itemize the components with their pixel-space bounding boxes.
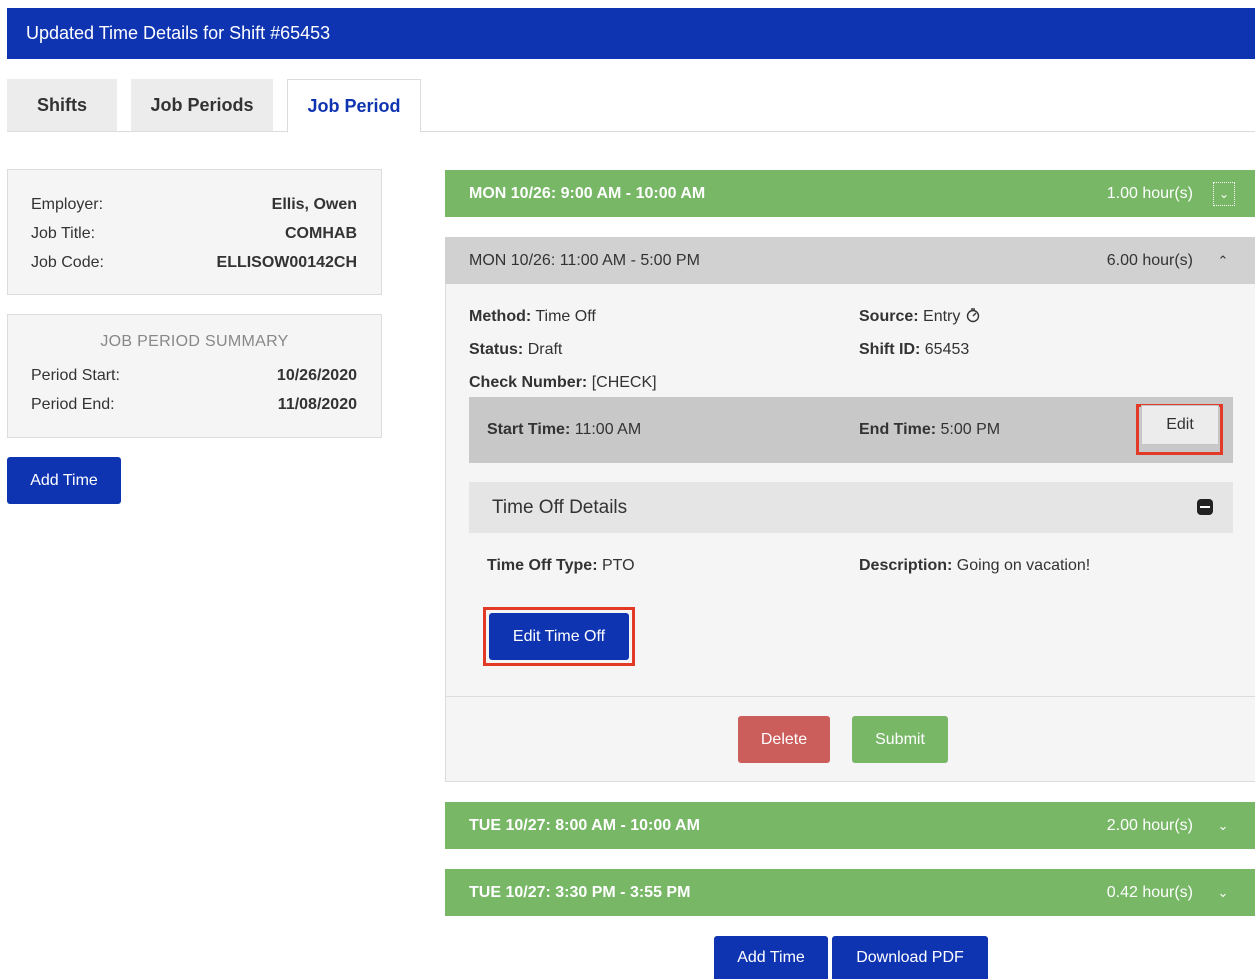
time-off-heading: Time Off Details [492, 497, 628, 518]
description-field: Description: Going on vacation! [859, 555, 1090, 577]
time-entry-title: TUE 10/27: 8:00 AM - 10:00 AM [469, 817, 700, 834]
job-title-label: Job Title: [31, 225, 96, 242]
employer-panel: Employer: Ellis, Owen Job Title: COMHAB … [7, 169, 382, 295]
employer-value: Ellis, Owen [271, 196, 357, 213]
job-code-value: ELLISOW00142CH [216, 254, 357, 271]
tab-shifts[interactable]: Shifts [7, 79, 117, 131]
source-field: Source: Entry [859, 306, 981, 328]
time-entry-header[interactable]: MON 10/26: 9:00 AM - 10:00 AM 1.00 hour(… [445, 170, 1255, 217]
time-entry-hours: 2.00 hour(s) [1106, 817, 1193, 834]
time-off-type-label: Time Off Type: [487, 557, 598, 574]
tab-shifts-label: Shifts [36, 95, 87, 115]
employer-row: Employer: Ellis, Owen [31, 194, 357, 216]
edit-time-button[interactable]: Edit [1141, 405, 1219, 445]
tab-job-periods-label: Job Periods [150, 95, 254, 115]
time-entry-details: Method: Time Off Source: Entry Status: D… [445, 284, 1255, 782]
minus-square-icon[interactable] [1197, 499, 1213, 515]
job-period-summary-panel: JOB PERIOD SUMMARY Period Start: 10/26/2… [7, 314, 382, 438]
chevron-down-icon[interactable]: ⌄ [1215, 869, 1231, 916]
time-entry-header[interactable]: TUE 10/27: 3:30 PM - 3:55 PM 0.42 hour(s… [445, 869, 1255, 916]
start-time-field: Start Time: 11:00 AM [487, 419, 641, 441]
period-end-value: 11/08/2020 [277, 396, 357, 413]
shift-id-field: Shift ID: 65453 [859, 339, 969, 361]
description-label: Description: [859, 557, 953, 574]
page-header: Updated Time Details for Shift #65453 [7, 8, 1255, 59]
end-time-value: 5:00 PM [940, 421, 1001, 438]
time-entry-title: TUE 10/27: 3:30 PM - 3:55 PM [469, 884, 691, 901]
source-value: Entry [923, 308, 961, 325]
page-title: Updated Time Details for Shift #65453 [26, 23, 331, 43]
check-number-field: Check Number: [CHECK] [469, 372, 657, 394]
tab-job-periods[interactable]: Job Periods [131, 79, 273, 131]
job-title-row: Job Title: COMHAB [31, 223, 357, 245]
period-end-row: Period End: 11/08/2020 [31, 394, 357, 416]
tab-bar: Shifts Job Periods Job Period [7, 79, 1255, 133]
divider [446, 696, 1255, 697]
check-number-value: [CHECK] [591, 374, 657, 391]
period-start-row: Period Start: 10/26/2020 [31, 365, 357, 387]
period-start-label: Period Start: [31, 367, 120, 384]
job-title-value: COMHAB [285, 225, 357, 242]
method-value: Time Off [535, 308, 596, 325]
time-off-type-value: PTO [601, 557, 635, 574]
status-value: Draft [527, 341, 563, 358]
edit-time-off-button[interactable]: Edit Time Off [489, 613, 629, 660]
period-end-label: Period End: [31, 396, 115, 413]
time-entry-title: MON 10/26: 9:00 AM - 10:00 AM [469, 185, 706, 202]
sidebar-add-time-button[interactable]: Add Time [7, 457, 121, 504]
status-field: Status: Draft [469, 339, 562, 361]
source-label: Source: [859, 308, 919, 325]
time-entry-hours: 1.00 hour(s) [1106, 185, 1193, 202]
download-pdf-button[interactable]: Download PDF [832, 936, 988, 979]
shift-id-label: Shift ID: [859, 341, 921, 358]
time-entry-header[interactable]: TUE 10/27: 8:00 AM - 10:00 AM 2.00 hour(… [445, 802, 1255, 849]
chevron-down-icon[interactable]: ⌄ [1215, 802, 1231, 849]
stopwatch-icon [966, 308, 980, 323]
time-off-type-field: Time Off Type: PTO [487, 555, 635, 577]
tab-job-period-label: Job Period [307, 96, 401, 116]
time-off-details-header[interactable]: Time Off Details [469, 482, 1233, 533]
add-time-button[interactable]: Add Time [714, 936, 828, 979]
submit-button[interactable]: Submit [852, 716, 948, 763]
summary-title: JOB PERIOD SUMMARY [100, 333, 289, 350]
time-entry-title: MON 10/26: 11:00 AM - 5:00 PM [469, 252, 700, 269]
shift-id-value: 65453 [924, 341, 970, 358]
end-time-label: End Time: [859, 421, 937, 438]
time-entry-hours: 6.00 hour(s) [1106, 252, 1193, 269]
method-label: Method: [469, 308, 532, 325]
tab-job-period[interactable]: Job Period [287, 79, 421, 133]
job-code-label: Job Code: [31, 254, 104, 271]
time-entry-header-expanded[interactable]: MON 10/26: 11:00 AM - 5:00 PM 6.00 hour(… [445, 237, 1255, 285]
method-field: Method: Time Off [469, 306, 596, 328]
description-value: Going on vacation! [956, 557, 1091, 574]
chevron-down-icon[interactable]: ⌄ [1213, 182, 1235, 206]
check-number-label: Check Number: [469, 374, 588, 391]
chevron-up-icon[interactable]: ⌃ [1215, 237, 1231, 285]
start-time-value: 11:00 AM [574, 421, 642, 438]
time-range-bar: Start Time: 11:00 AM End Time: 5:00 PM E… [469, 397, 1233, 463]
period-start-value: 10/26/2020 [276, 367, 357, 384]
job-code-row: Job Code: ELLISOW00142CH [31, 252, 357, 274]
status-label: Status: [469, 341, 524, 358]
employer-label: Employer: [31, 196, 104, 213]
delete-button[interactable]: Delete [738, 716, 830, 763]
end-time-field: End Time: 5:00 PM [859, 419, 1000, 441]
start-time-label: Start Time: [487, 421, 571, 438]
time-entry-hours: 0.42 hour(s) [1106, 884, 1193, 901]
